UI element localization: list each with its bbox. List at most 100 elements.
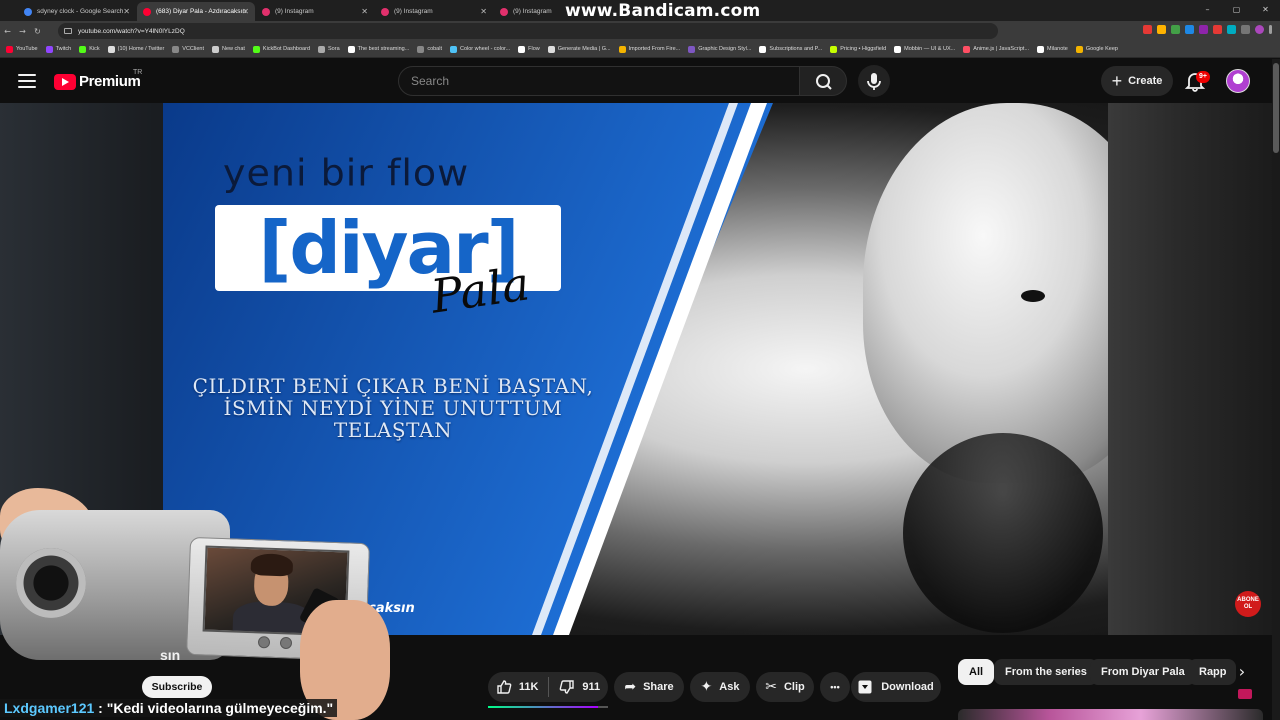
thumbs-up-icon: [497, 680, 512, 694]
bookmark-label: Anime.js | JavaScript...: [973, 46, 1030, 52]
close-window-icon[interactable]: ✕: [1251, 0, 1280, 21]
bookmark-item[interactable]: Flow: [518, 45, 540, 53]
bookmark-item[interactable]: KickBot Dashboard: [252, 45, 310, 53]
recommended-video-thumbnail[interactable]: [958, 709, 1263, 720]
bookmark-item[interactable]: Milanote: [1037, 45, 1068, 53]
extension-icon[interactable]: [1227, 25, 1236, 34]
extension-icon[interactable]: [1185, 25, 1194, 34]
voice-search-button[interactable]: [858, 65, 890, 97]
bookmarks-bar: YouTube Twitch Kick (10) Home / Twitter VCCl…: [0, 41, 1280, 58]
bookmark-item[interactable]: Color wheel - color...: [450, 45, 510, 53]
bookmark-item[interactable]: Twitch: [45, 45, 71, 53]
more-actions-button[interactable]: •••: [820, 672, 850, 702]
site-info-icon[interactable]: [64, 28, 72, 34]
bookmark-item[interactable]: Pricing • Higgsfield: [830, 45, 886, 53]
bookmark-label: Generate Media | G...: [557, 46, 611, 52]
browser-tab-google[interactable]: sdyney clock - Google Search ✕: [18, 2, 136, 21]
bookmark-item[interactable]: VCClient: [172, 45, 204, 53]
bookmark-favicon-icon: [830, 45, 838, 53]
ol-label: OL: [1243, 604, 1253, 610]
dislike-button[interactable]: 911: [559, 679, 600, 695]
extension-icon[interactable]: [1171, 25, 1180, 34]
bookmark-item[interactable]: Imported From Fire...: [618, 45, 680, 53]
bookmark-item[interactable]: cobalt: [417, 45, 442, 53]
browser-tab-youtube[interactable]: (683) Diyar Pala - Azdıracaksın ✕: [137, 2, 255, 21]
search-button[interactable]: [799, 66, 847, 96]
close-tab-icon[interactable]: ✕: [361, 7, 368, 16]
bookmark-label: (10) Home / Twitter: [117, 46, 165, 52]
bookmark-item[interactable]: Generate Media | G...: [547, 45, 611, 53]
thumbs-down-icon: [560, 680, 575, 694]
browser-tab-instagram-1[interactable]: (9) Instagram ✕: [256, 2, 374, 21]
chip-all[interactable]: All: [958, 659, 995, 685]
extension-icon[interactable]: [1143, 25, 1152, 34]
bookmark-item[interactable]: Anime.js | JavaScript...: [963, 45, 1030, 53]
page-scrollbar[interactable]: [1272, 59, 1280, 720]
bookmark-item[interactable]: Sora: [318, 45, 340, 53]
ask-button[interactable]: ✦ Ask: [690, 672, 750, 702]
share-button[interactable]: ➦ Share: [614, 672, 684, 702]
bookmark-item[interactable]: New chat: [211, 45, 245, 53]
profile-icon[interactable]: [1255, 25, 1264, 34]
chevron-right-icon[interactable]: ›: [1232, 660, 1252, 684]
create-button[interactable]: + Create: [1101, 66, 1173, 96]
clip-label: Clip: [783, 681, 805, 693]
artist-eye: [1021, 290, 1045, 302]
bookmark-item[interactable]: Subscriptions and P...: [759, 45, 823, 53]
download-button[interactable]: Download: [851, 672, 941, 702]
like-button[interactable]: 11K: [496, 679, 539, 695]
extension-icon[interactable]: [1241, 25, 1250, 34]
bookmark-favicon-icon: [450, 45, 457, 53]
bookmark-label: Mobbin — UI & UX...: [904, 46, 956, 52]
bookmark-item[interactable]: The best streaming...: [347, 45, 409, 53]
minimize-icon[interactable]: –: [1193, 0, 1222, 21]
extension-icon[interactable]: [1199, 25, 1208, 34]
account-avatar[interactable]: [1226, 69, 1250, 93]
chip-from-the-series[interactable]: From the series: [994, 659, 1098, 685]
related-filter-chips: All From the series From Diyar Pala Rapp: [958, 659, 1258, 685]
bookmark-favicon-icon: [688, 45, 696, 53]
close-tab-icon[interactable]: ✕: [480, 7, 487, 16]
video-text-yeni-bir-flow: yeni bir flow: [223, 152, 470, 194]
tab-label: (683) Diyar Pala - Azdıracaksın: [156, 8, 246, 15]
address-bar-row: ← → ↻ youtube.com/watch?v=Y4lN0lYLzDQ: [0, 21, 1280, 41]
like-count: 11K: [518, 681, 539, 693]
bookmark-item[interactable]: Mobbin — UI & UX...: [894, 45, 956, 53]
bookmark-label: Milanote: [1047, 46, 1068, 52]
hamburger-menu-icon[interactable]: [18, 74, 36, 88]
maximize-icon[interactable]: ▢: [1222, 0, 1251, 21]
subscribe-button[interactable]: Subscribe: [142, 676, 212, 698]
bookmark-item[interactable]: Graphic Design Styl...: [688, 45, 751, 53]
reload-icon[interactable]: ↻: [30, 27, 45, 36]
share-label: Share: [643, 681, 674, 693]
bookmark-item[interactable]: Google Keep: [1075, 45, 1118, 53]
logo-word: Premium: [79, 73, 141, 90]
bookmark-favicon-icon: [1075, 45, 1083, 53]
subscribe-watermark-badge[interactable]: ABONE OL: [1235, 591, 1261, 617]
menu-icon[interactable]: [1269, 25, 1272, 34]
bookmark-label: Subscriptions and P...: [769, 46, 823, 52]
close-tab-icon[interactable]: ✕: [123, 7, 130, 16]
clip-button[interactable]: ✂ Clip: [756, 672, 814, 702]
chip-rap[interactable]: Rapp: [1188, 659, 1236, 685]
chip-from-diyar-pala[interactable]: From Diyar Pala: [1090, 659, 1196, 685]
bookmark-item[interactable]: YouTube: [6, 45, 38, 53]
forward-icon[interactable]: →: [15, 27, 30, 36]
search-input[interactable]: Search: [398, 66, 800, 96]
bookmark-favicon-icon: [45, 45, 53, 53]
bookmark-item[interactable]: (10) Home / Twitter: [107, 45, 165, 53]
close-tab-icon[interactable]: ✕: [242, 7, 249, 16]
google-favicon-icon: [24, 7, 32, 16]
extension-icon[interactable]: [1213, 25, 1222, 34]
search-icon: [816, 74, 832, 90]
url-input[interactable]: youtube.com/watch?v=Y4lN0lYLzDQ: [58, 23, 998, 39]
bookmark-favicon-icon: [318, 45, 326, 53]
browser-tab-instagram-2[interactable]: (9) Instagram ✕: [375, 2, 493, 21]
chat-text: : "Kedi videolarına gülmeyeceğim.": [94, 700, 334, 716]
back-icon[interactable]: ←: [0, 27, 15, 36]
country-code: TR: [133, 69, 143, 76]
youtube-premium-logo[interactable]: Premium TR: [54, 69, 142, 90]
extension-icon[interactable]: [1157, 25, 1166, 34]
lyrics-line: ÇILDIRT BENİ ÇIKAR BENİ BAŞTAN,: [192, 374, 594, 398]
bookmark-item[interactable]: Kick: [79, 45, 100, 53]
